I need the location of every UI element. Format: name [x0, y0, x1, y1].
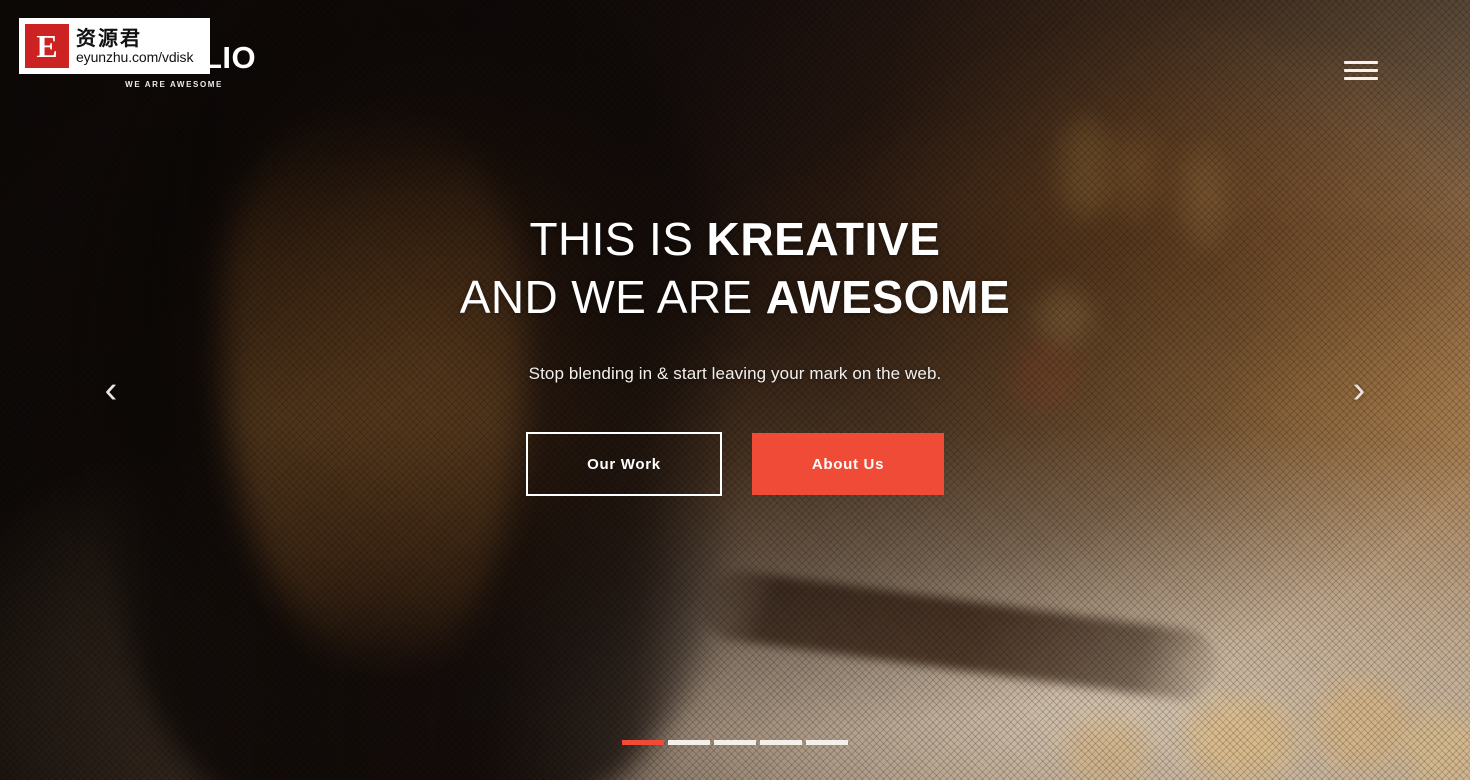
menu-bar-2 [1344, 68, 1378, 72]
watermark-logo-letter: E [25, 24, 69, 68]
hero-cta-row: Our Work About Us [526, 432, 944, 496]
hamburger-menu-icon[interactable] [1344, 55, 1378, 85]
headline-line1-light: THIS IS [529, 213, 707, 265]
hero-slider: KREFOLIO WE ARE AWESOME THIS IS KREATIVE… [0, 0, 1470, 780]
hero-headline: THIS IS KREATIVE AND WE ARE AWESOME [460, 210, 1010, 326]
slider-pagination [622, 740, 848, 745]
menu-bar-1 [1344, 60, 1378, 64]
slider-dot-3[interactable] [714, 740, 756, 745]
hero-subheadline: Stop blending in & start leaving your ma… [528, 364, 942, 383]
chevron-left-icon[interactable]: ‹ [88, 362, 134, 418]
our-work-button[interactable]: Our Work [526, 432, 722, 496]
watermark-url: eyunzhu.com/vdisk [76, 48, 194, 65]
slider-dot-4[interactable] [760, 740, 802, 745]
slider-dot-1[interactable] [622, 740, 664, 745]
headline-line1-bold: KREATIVE [706, 213, 941, 265]
slider-dot-5[interactable] [806, 740, 848, 745]
watermark-badge: E 资源君 eyunzhu.com/vdisk [19, 18, 210, 74]
brand-tagline: WE ARE AWESOME [125, 80, 223, 89]
headline-line2-light: AND WE ARE [459, 271, 766, 323]
site-header: KREFOLIO WE ARE AWESOME [0, 0, 1470, 140]
watermark-chinese-name: 资源君 [76, 25, 142, 50]
headline-line2: AND WE ARE AWESOME [460, 268, 1010, 326]
watermark-text: 资源君 eyunzhu.com/vdisk [76, 27, 193, 66]
chevron-right-icon[interactable]: › [1336, 362, 1382, 418]
headline-line2-bold: AWESOME [765, 271, 1011, 323]
menu-bar-3 [1344, 76, 1378, 80]
slider-dot-2[interactable] [668, 740, 710, 745]
about-us-button[interactable]: About Us [752, 433, 944, 495]
